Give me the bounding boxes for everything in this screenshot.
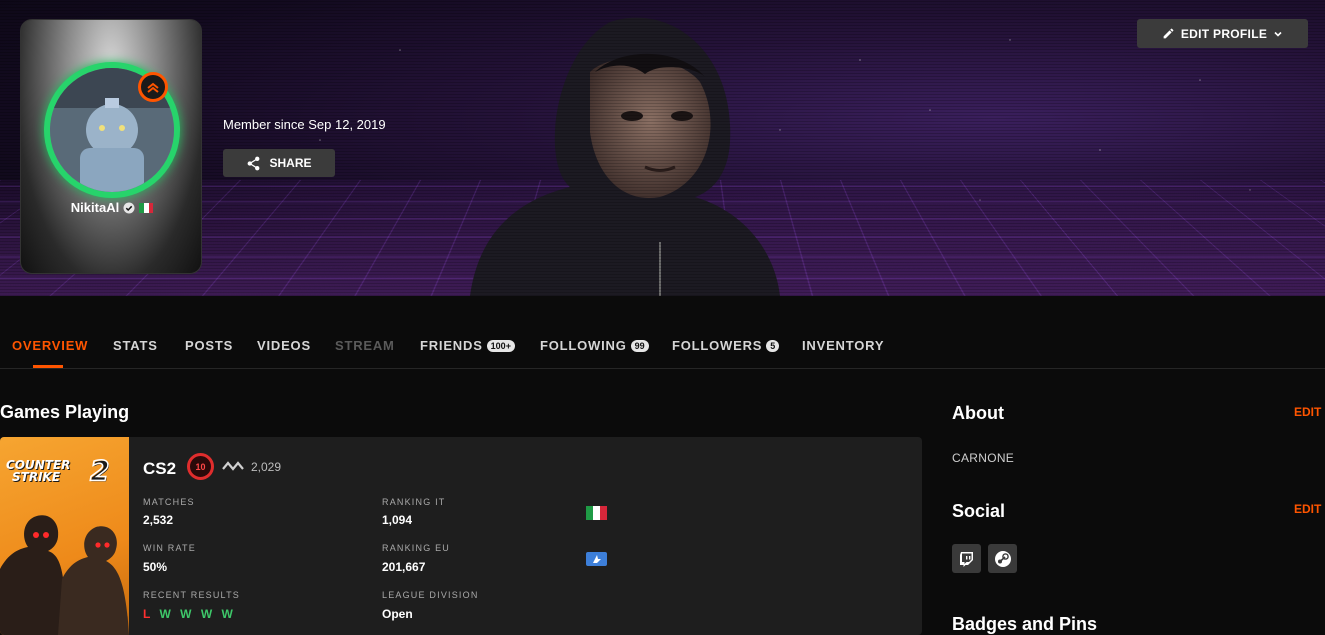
matches-value: 2,532 (143, 513, 174, 527)
recent-results: L W W W W (143, 607, 236, 621)
europe-region-icon (586, 552, 607, 566)
followers-count-badge: 5 (766, 339, 780, 352)
tab-inventory[interactable]: INVENTORY (802, 338, 884, 353)
tab-label: STATS (113, 338, 158, 353)
cs2-logo-number: 2 (89, 454, 110, 487)
league-division-label: LEAGUE DIVISION (382, 590, 479, 600)
tab-label: FRIENDS (420, 338, 483, 353)
ranking-it-label: RANKING IT (382, 497, 446, 507)
games-playing-title: Games Playing (0, 402, 130, 422)
steam-link-button[interactable] (988, 544, 1017, 573)
pencil-icon (1163, 28, 1174, 39)
avatar-card: NikitaAl (20, 19, 202, 274)
result-item: W (180, 607, 195, 621)
about-edit-link[interactable]: EDIT (1294, 405, 1321, 419)
following-count-badge: 99 (630, 339, 649, 352)
win-rate-label: WIN RATE (143, 543, 196, 553)
result-item: W (159, 607, 174, 621)
recent-results-label: RECENT RESULTS (143, 590, 240, 600)
chevron-down-icon (1274, 31, 1282, 37)
elo-value: 2,029 (251, 460, 282, 474)
tab-posts[interactable]: POSTS (185, 338, 233, 353)
twitch-link-button[interactable] (952, 544, 981, 573)
social-title: Social (952, 501, 1006, 521)
rank-badge-icon (138, 72, 168, 102)
nickname-row: NikitaAl (21, 200, 201, 215)
tab-following[interactable]: FOLLOWING 99 (540, 338, 649, 353)
about-title: About (952, 403, 1004, 423)
member-since: Member since Sep 12, 2019 (223, 117, 386, 132)
nickname: NikitaAl (70, 200, 120, 215)
win-rate-value: 50% (143, 560, 168, 574)
share-button[interactable]: SHARE (223, 149, 335, 177)
tab-label: STREAM (335, 338, 395, 353)
cs2-cover-art: COUNTER STRIKE 2 (0, 437, 129, 635)
tab-label: OVERVIEW (12, 338, 89, 353)
tab-stream[interactable]: STREAM (335, 338, 395, 353)
share-label: SHARE (269, 156, 312, 170)
tab-overview[interactable]: OVERVIEW (12, 338, 88, 353)
ranking-eu-value: 201,667 (382, 560, 426, 574)
tab-label: VIDEOS (257, 338, 311, 353)
result-item: L (143, 607, 154, 621)
result-item: W (200, 607, 216, 621)
cs2-soldiers-image (0, 515, 129, 635)
skill-level-badge: 10 (187, 453, 214, 480)
tab-friends[interactable]: FRIENDS 100+ (420, 338, 515, 353)
tab-videos[interactable]: VIDEOS (257, 338, 311, 353)
badges-title: Badges and Pins (952, 614, 1098, 634)
cs2-logo: COUNTER STRIKE 2 (6, 454, 124, 487)
edit-profile-label: EDIT PROFILE (1180, 26, 1268, 41)
edit-profile-button[interactable]: EDIT PROFILE (1137, 19, 1308, 48)
result-item: W (221, 607, 236, 621)
ranking-eu-label: RANKING EU (382, 543, 451, 553)
matches-label: MATCHES (143, 497, 195, 507)
verified-icon (123, 202, 135, 213)
italy-flag-icon (586, 506, 607, 520)
active-tab-indicator (33, 365, 63, 368)
elo-icon (222, 461, 244, 471)
social-edit-link[interactable]: EDIT (1294, 502, 1321, 516)
profile-banner: EDIT PROFILE NikitaAl Member since Sep 1… (0, 0, 1325, 296)
tab-label: INVENTORY (802, 338, 885, 353)
about-text: CARNONE (952, 451, 1015, 465)
tab-followers[interactable]: FOLLOWERS 5 (672, 338, 780, 353)
twitch-icon (959, 551, 973, 567)
tab-label: FOLLOWERS (672, 338, 763, 353)
game-card-cs2[interactable]: COUNTER STRIKE 2 CS2 10 2,029 MATCHES 2,… (0, 437, 922, 635)
ranking-it-value: 1,094 (382, 513, 413, 527)
tab-label: FOLLOWING (540, 338, 627, 353)
game-name: CS2 (143, 459, 177, 478)
tab-stats[interactable]: STATS (113, 338, 158, 353)
profile-tabs: OVERVIEW STATS POSTS VIDEOS STREAM FRIEN… (0, 296, 1325, 369)
tab-label: POSTS (185, 338, 234, 353)
friends-count-badge: 100+ (486, 339, 515, 352)
share-icon (248, 156, 260, 170)
league-division-value: Open (382, 607, 413, 621)
steam-icon (994, 550, 1011, 567)
italy-flag-icon (139, 202, 154, 213)
